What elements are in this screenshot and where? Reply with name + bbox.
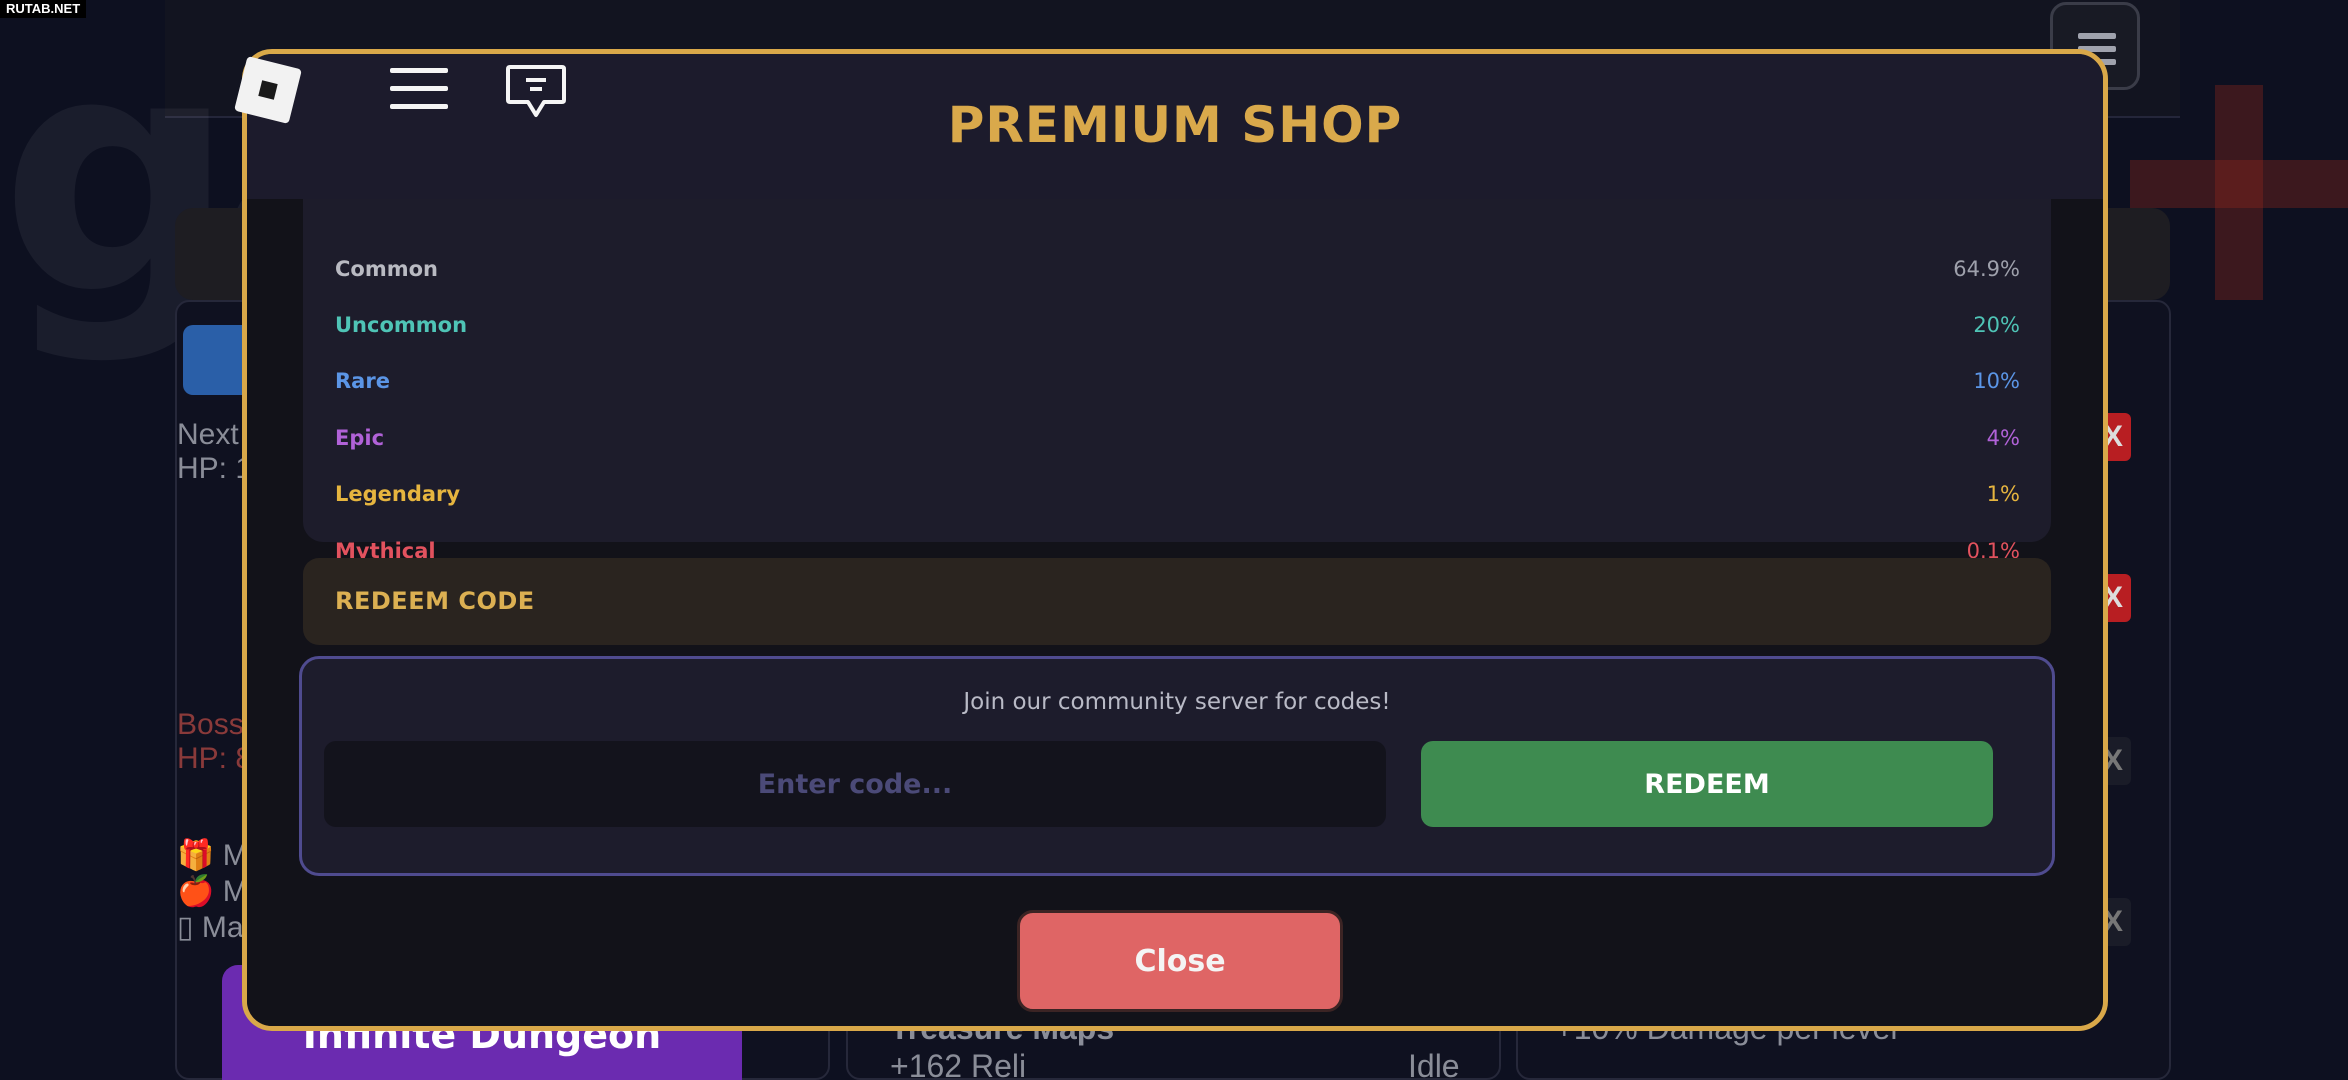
redeem-code-panel: Join our community server for codes! RED… xyxy=(299,656,2055,876)
bg-apple-line: 🍎 M xyxy=(177,875,248,908)
rarity-percent: 10% xyxy=(1973,369,2020,393)
close-button[interactable]: Close xyxy=(1017,910,1343,1012)
bg-hp-label: HP: 1 xyxy=(177,452,253,485)
rarity-name: Common xyxy=(335,257,438,281)
code-input[interactable] xyxy=(324,741,1386,827)
bg-idle-label: Idle xyxy=(1408,1048,1460,1080)
rarity-percent: 64.9% xyxy=(1953,257,2020,281)
bg-boss-label: Boss xyxy=(177,708,244,741)
bg-gift-line: 🎁 M xyxy=(177,839,248,872)
rarity-odds-list: Common 64.9% Uncommon 20% Rare 10% Epic … xyxy=(303,199,2051,563)
bg-next-label: Next xyxy=(177,418,239,451)
rarity-percent: 20% xyxy=(1973,313,2020,337)
premium-shop-modal: PREMIUM SHOP Common 64.9% Uncommon 20% R… xyxy=(242,49,2108,1031)
rarity-row-rare: Rare 10% xyxy=(335,369,2020,409)
modal-body[interactable]: Common 64.9% Uncommon 20% Rare 10% Epic … xyxy=(247,199,2103,1026)
rarity-row-epic: Epic 4% xyxy=(335,426,2020,466)
bg-box-line: ▯ Ma xyxy=(177,911,244,944)
redeem-button[interactable]: REDEEM xyxy=(1421,741,1993,827)
chat-icon[interactable] xyxy=(506,64,566,118)
rarity-percent: 1% xyxy=(1986,482,2020,506)
rarity-row-legendary: Legendary 1% xyxy=(335,482,2020,522)
hamburger-menu-icon[interactable] xyxy=(390,68,448,110)
rarity-row-common: Common 64.9% xyxy=(335,257,2020,297)
rarity-row-uncommon: Uncommon 20% xyxy=(335,313,2020,353)
corner-watermark-tag: RUTAB.NET xyxy=(0,0,87,18)
redeem-code-section-header: REDEEM CODE xyxy=(303,558,2051,645)
rarity-name: Uncommon xyxy=(335,313,468,337)
rarity-name: Legendary xyxy=(335,482,461,506)
bg-treasure-maps-sub: +162 Reli xyxy=(890,1048,1027,1080)
watermark-plus-icon-vertical xyxy=(2215,85,2263,300)
rarity-name: Rare xyxy=(335,369,390,393)
game-screen: games radar Next HP: 1 Boss HP: 8 🎁 M 🍎 … xyxy=(0,0,2348,1080)
redeem-hint-text: Join our community server for codes! xyxy=(963,689,1391,715)
redeem-code-title: REDEEM CODE xyxy=(335,587,535,615)
rarity-name: Epic xyxy=(335,426,385,450)
bg-boss-hp-label: HP: 8 xyxy=(177,742,253,775)
rarity-percent: 4% xyxy=(1986,426,2020,450)
